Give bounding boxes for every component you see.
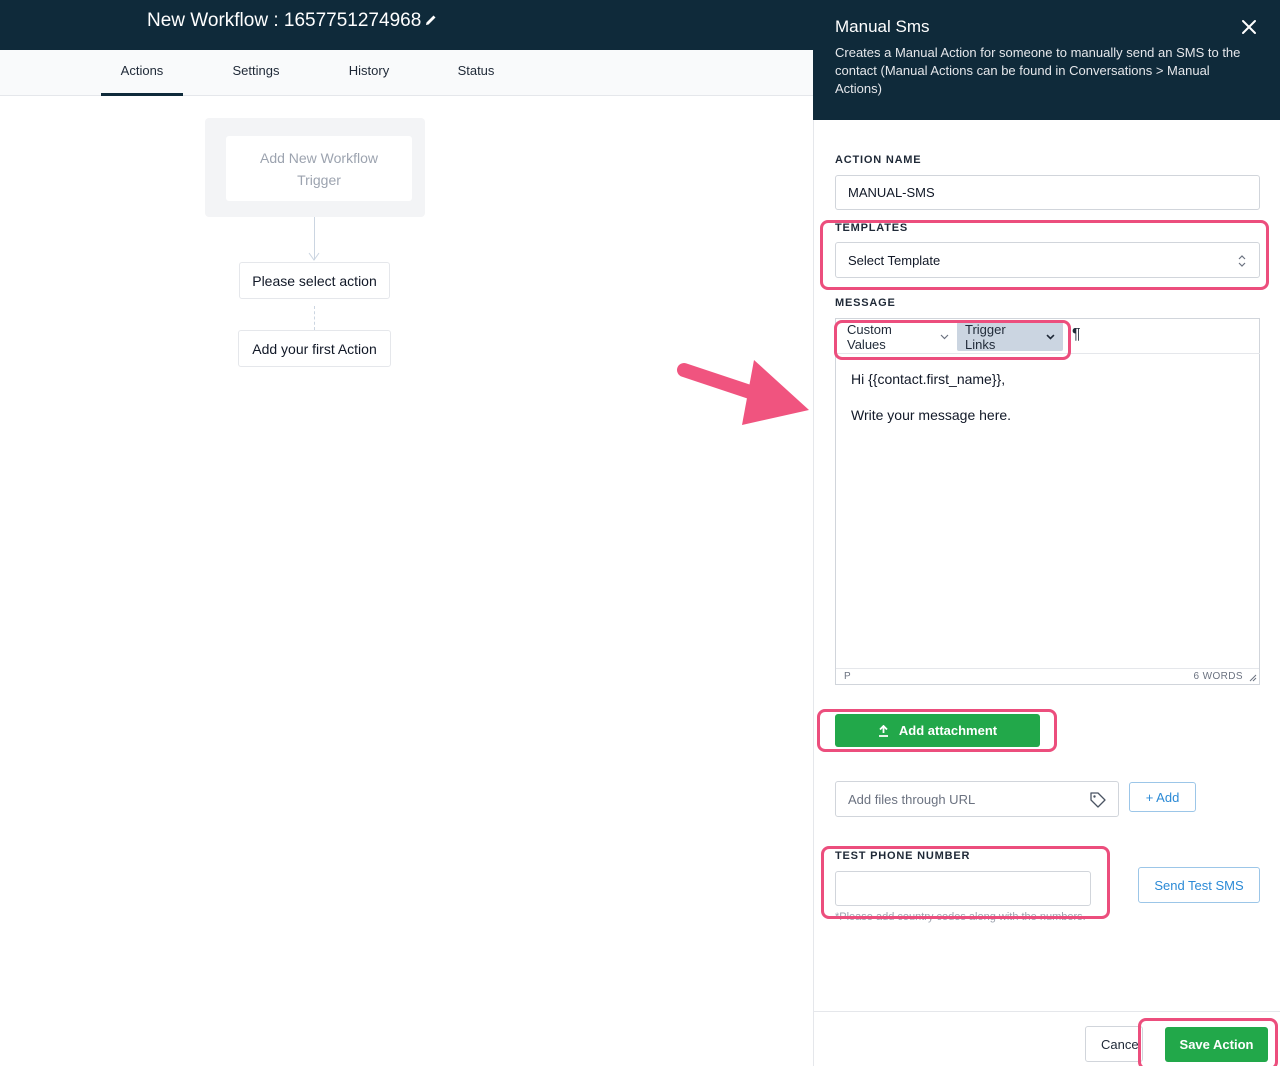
select-action-node[interactable]: Please select action: [239, 262, 390, 299]
message-line-greeting: Hi {{contact.first_name}},: [851, 371, 1006, 387]
add-url-button[interactable]: + Add: [1129, 782, 1196, 812]
editor-statusbar: P 6 WORDS: [836, 668, 1259, 684]
pencil-icon[interactable]: [424, 13, 438, 27]
word-count: 6 WORDS: [1193, 671, 1243, 682]
file-url-input[interactable]: Add files through URL: [835, 781, 1119, 817]
dashed-connector: [314, 306, 315, 330]
file-url-placeholder: Add files through URL: [848, 791, 976, 807]
custom-values-label: Custom Values: [847, 321, 892, 352]
panel-description: Creates a Manual Action for someone to m…: [835, 45, 1241, 96]
test-phone-hint: *Please add country codes along with the…: [835, 911, 1086, 923]
test-phone-label: TEST PHONE NUMBER: [835, 850, 971, 862]
add-trigger-button[interactable]: Add New Workflow Trigger: [226, 136, 412, 201]
tag-icon: [1090, 792, 1106, 808]
close-icon[interactable]: [1241, 19, 1257, 35]
tab-status[interactable]: Status: [441, 50, 511, 96]
action-name-input[interactable]: MANUAL-SMS: [835, 175, 1260, 210]
workflow-title: New Workflow : 1657751274968: [147, 10, 422, 31]
paragraph-icon[interactable]: ¶: [1072, 326, 1081, 344]
trigger-links-label: Trigger Links: [965, 321, 1006, 352]
resize-handle-icon[interactable]: [1249, 674, 1257, 682]
panel-title: Manual Sms: [835, 17, 930, 36]
custom-values-dropdown[interactable]: Custom Values: [839, 321, 957, 352]
templates-label: TEMPLATES: [835, 222, 908, 234]
add-first-action-node[interactable]: Add your first Action: [238, 330, 391, 367]
trigger-links-dropdown[interactable]: Trigger Links: [957, 321, 1063, 352]
connector-arrow-icon: [308, 252, 320, 261]
action-name-value: MANUAL-SMS: [848, 185, 935, 200]
action-name-label: ACTION NAME: [835, 154, 922, 166]
select-arrows-icon: [1238, 255, 1246, 267]
send-test-sms-button[interactable]: Send Test SMS: [1138, 867, 1260, 903]
add-attachment-button[interactable]: Add attachment: [835, 714, 1040, 747]
chevron-down-icon: [1046, 333, 1055, 340]
pink-arrow-annotation: [677, 360, 809, 425]
element-path: P: [844, 671, 851, 682]
message-line-body: Write your message here.: [851, 407, 1012, 423]
footer-divider: [813, 1011, 1280, 1012]
tab-settings[interactable]: Settings: [216, 50, 296, 96]
workflow-tabs: Actions Settings History Status: [0, 50, 813, 96]
test-phone-input[interactable]: [835, 871, 1091, 906]
save-action-button[interactable]: Save Action: [1165, 1027, 1268, 1062]
template-select[interactable]: Select Template: [835, 242, 1260, 278]
chevron-down-icon: [940, 334, 949, 339]
tab-history[interactable]: History: [329, 50, 409, 96]
add-attachment-label: Add attachment: [898, 723, 998, 738]
upload-icon: [878, 724, 888, 737]
message-label: MESSAGE: [835, 297, 896, 309]
template-selected-value: Select Template: [848, 252, 941, 268]
cancel-button[interactable]: Cancel: [1085, 1026, 1143, 1062]
tab-actions[interactable]: Actions: [101, 50, 183, 96]
